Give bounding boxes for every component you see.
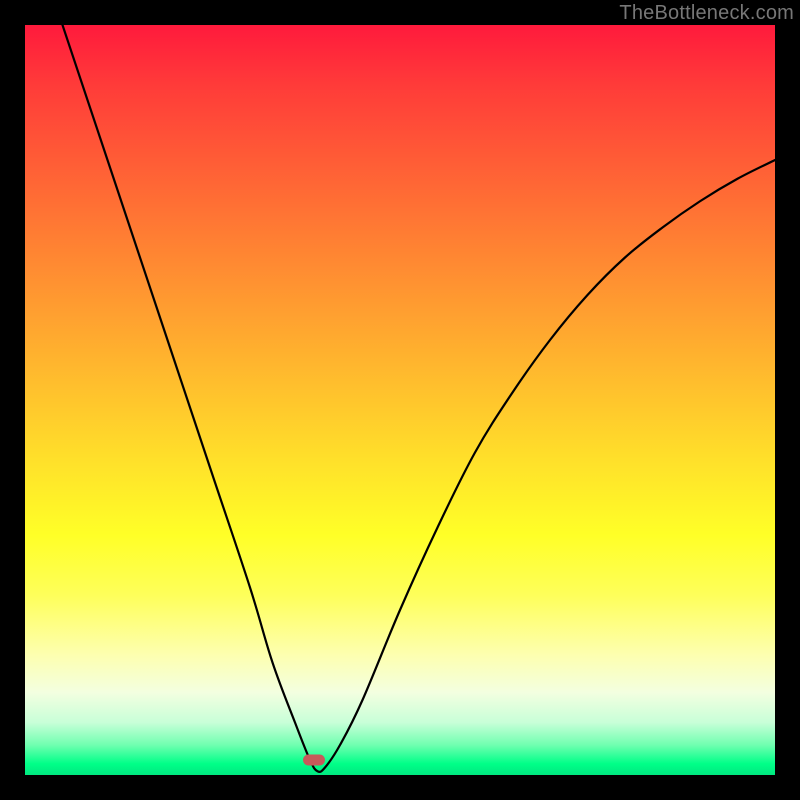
curve-path [63,25,776,772]
bottleneck-curve [25,25,775,775]
chart-frame: TheBottleneck.com [0,0,800,800]
watermark-text: TheBottleneck.com [619,2,794,25]
optimal-point-marker [303,755,325,766]
plot-area [25,25,775,775]
